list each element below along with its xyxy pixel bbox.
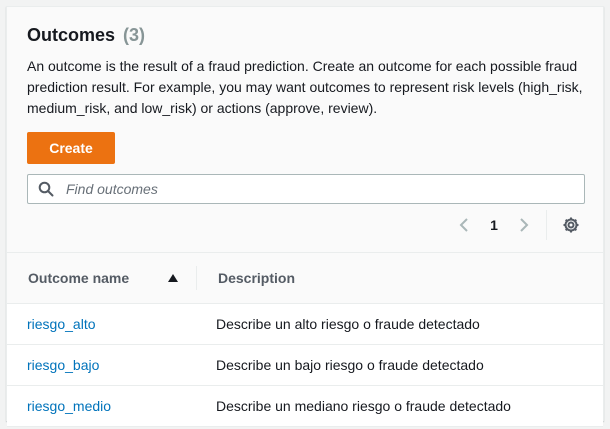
gear-icon — [563, 217, 579, 233]
outcome-count: (3) — [123, 25, 146, 45]
create-button[interactable]: Create — [27, 132, 115, 164]
chevron-left-icon — [459, 218, 468, 232]
outcome-description: Describe un bajo riesgo o fraude detecta… — [216, 357, 484, 373]
page-title: Outcomes — [27, 25, 116, 45]
preferences-button[interactable] — [557, 211, 585, 239]
panel-header: Outcomes (3) An outcome is the result of… — [7, 7, 603, 204]
outcome-description: Describe un alto riesgo o fraude detecta… — [216, 316, 480, 332]
previous-page-button[interactable] — [450, 211, 478, 239]
search-box[interactable] — [27, 174, 585, 204]
outcomes-table: Outcome name Description riesgo_alto Des… — [7, 252, 603, 427]
pager-divider — [546, 210, 547, 240]
outcome-description: Describe un mediano riesgo o fraude dete… — [216, 398, 511, 414]
panel-description: An outcome is the result of a fraud pred… — [27, 58, 583, 116]
title-row: Outcomes (3) — [27, 25, 583, 46]
outcomes-panel: Outcomes (3) An outcome is the result of… — [6, 6, 604, 427]
next-page-button[interactable] — [510, 211, 538, 239]
table-header: Outcome name Description — [7, 252, 603, 304]
search-icon — [38, 181, 54, 197]
pagination: 1 — [450, 210, 585, 240]
search-input[interactable] — [64, 180, 584, 198]
column-header-outcome-name[interactable]: Outcome name — [7, 253, 196, 303]
current-page-number[interactable]: 1 — [478, 217, 510, 233]
column-header-label: Outcome name — [28, 270, 130, 286]
sort-ascending-icon — [168, 274, 178, 282]
column-header-description: Description — [196, 266, 295, 290]
column-header-label: Description — [218, 270, 296, 286]
chevron-right-icon — [520, 218, 529, 232]
table-row: riesgo_bajo Describe un bajo riesgo o fr… — [7, 345, 603, 386]
table-row: riesgo_alto Describe un alto riesgo o fr… — [7, 304, 603, 345]
table-row: riesgo_medio Describe un mediano riesgo … — [7, 386, 603, 427]
outcome-name-link[interactable]: riesgo_bajo — [7, 357, 196, 373]
outcome-name-link[interactable]: riesgo_alto — [7, 316, 196, 332]
outcome-name-link[interactable]: riesgo_medio — [7, 398, 196, 414]
